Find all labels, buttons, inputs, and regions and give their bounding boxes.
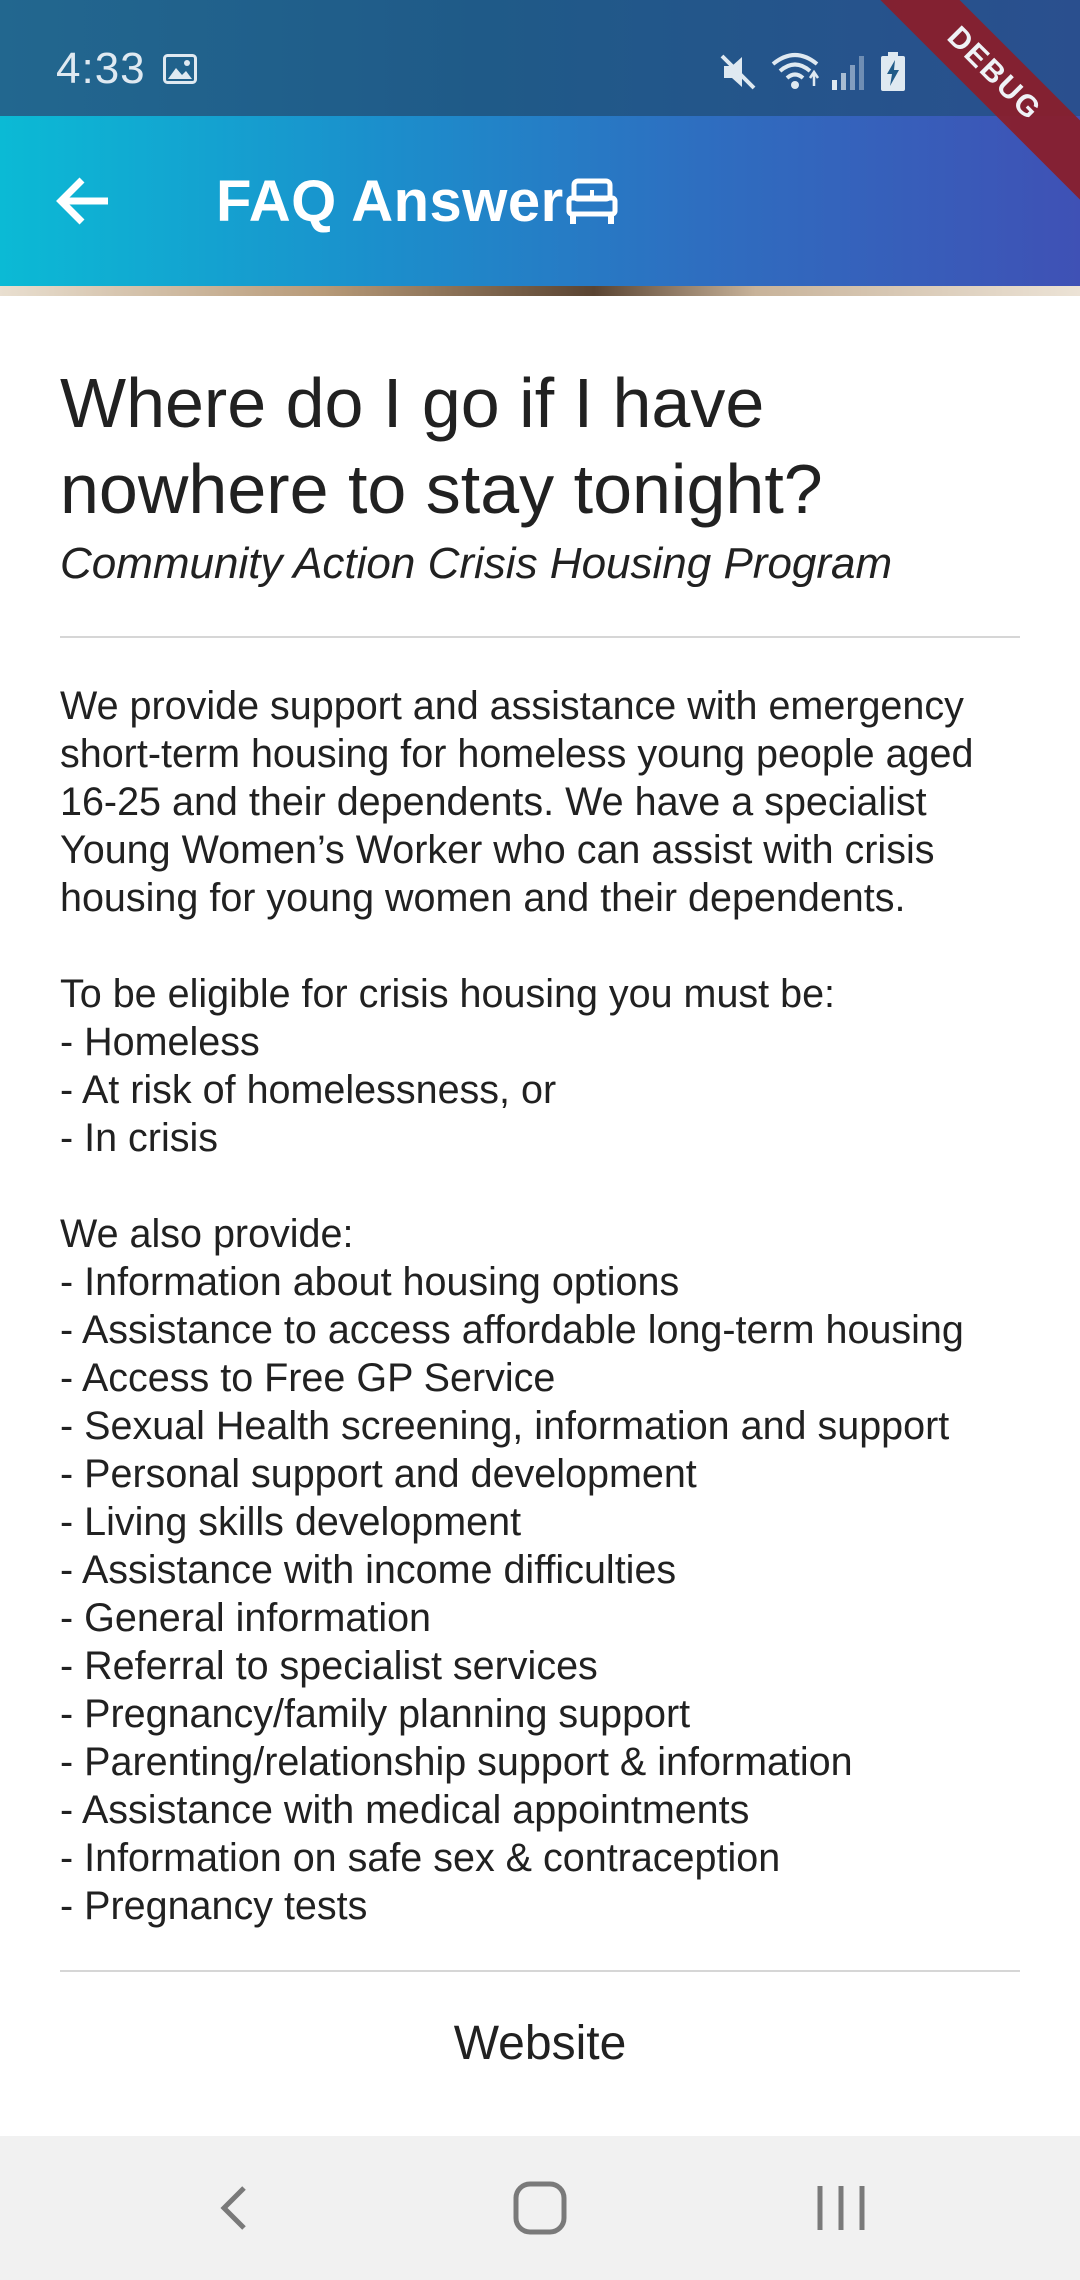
divider xyxy=(60,636,1020,638)
divider xyxy=(60,1970,1020,1972)
website-heading: Website xyxy=(453,2017,627,2070)
faq-answer: We provide support and assistance with e… xyxy=(60,684,974,1928)
page-title: FAQ Answer xyxy=(216,169,564,234)
bed-icon xyxy=(566,178,618,224)
status-time: 4:33 xyxy=(56,44,146,93)
faq-provider: Community Action Crisis Housing Program xyxy=(60,539,893,588)
nav-recents-icon[interactable] xyxy=(810,2170,872,2246)
signal-icon xyxy=(832,56,864,90)
app-bar: FAQ Answer xyxy=(0,116,1080,286)
faq-content: Where do I go if I have nowhere to stay … xyxy=(60,296,1020,2071)
image-icon xyxy=(163,54,197,84)
header-image-strip xyxy=(0,286,1080,296)
back-arrow-icon[interactable] xyxy=(40,156,130,246)
wifi-icon xyxy=(771,53,820,89)
system-nav-bar xyxy=(0,2136,1080,2280)
nav-home-icon[interactable] xyxy=(508,2170,572,2246)
battery-charging-icon xyxy=(881,52,905,91)
mute-icon xyxy=(720,54,756,90)
faq-question: Where do I go if I have nowhere to stay … xyxy=(60,364,823,528)
nav-back-icon[interactable] xyxy=(206,2170,262,2246)
